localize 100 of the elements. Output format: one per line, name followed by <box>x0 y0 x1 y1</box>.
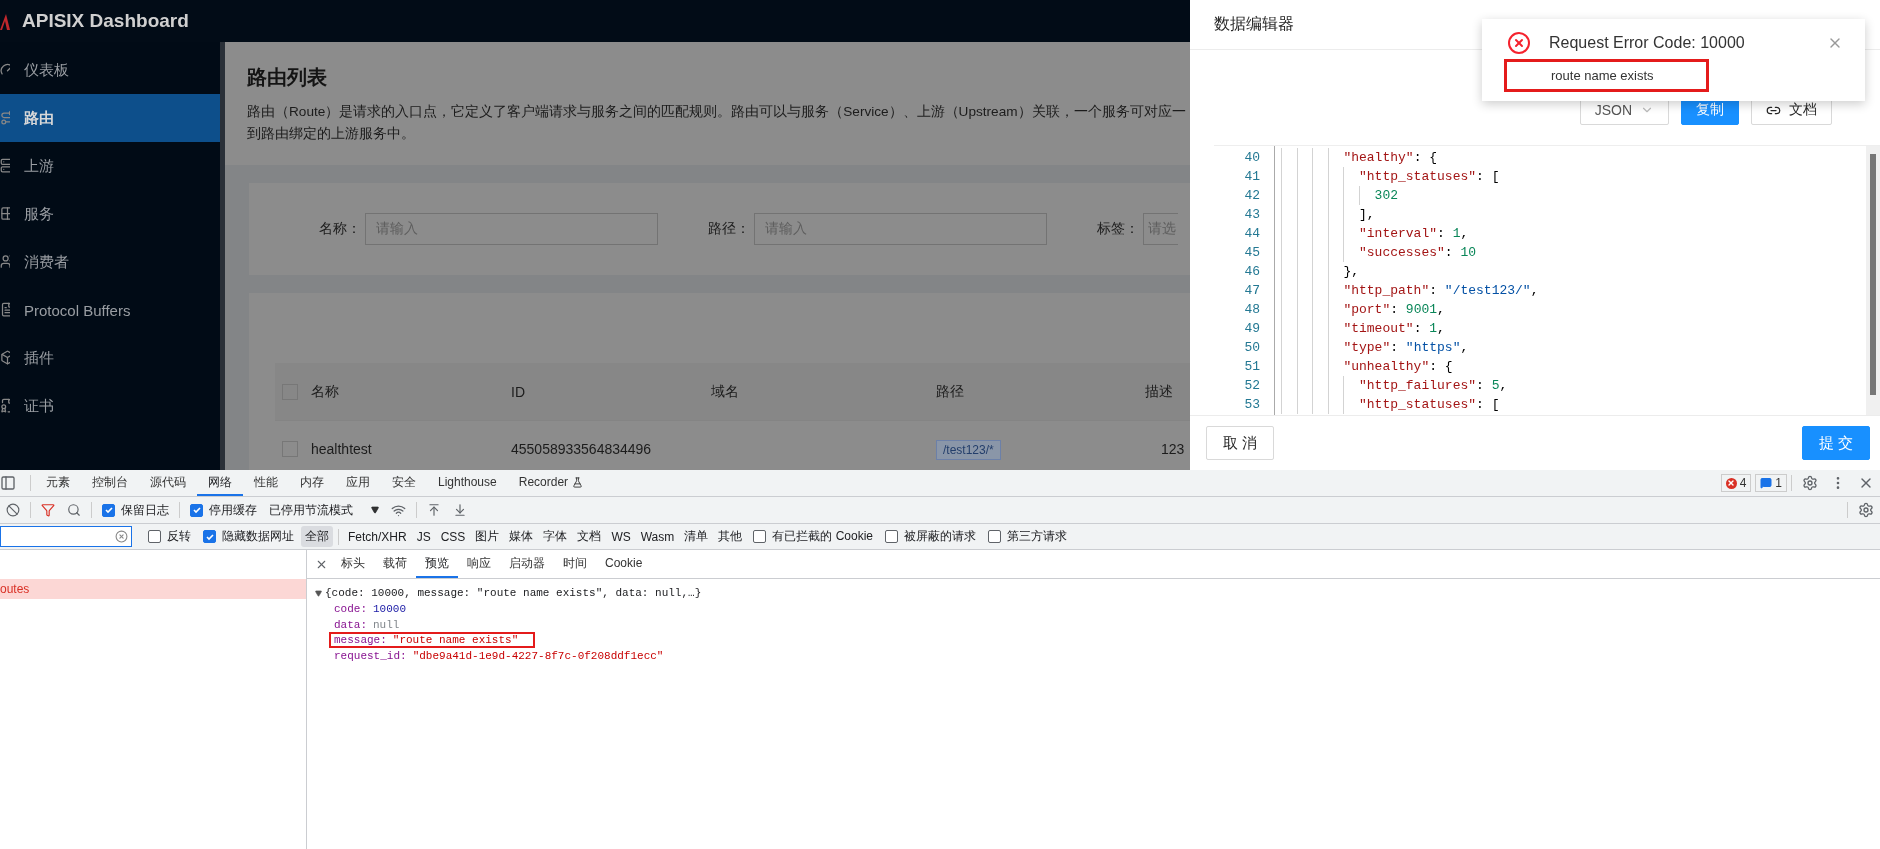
checkbox-label: 停用缓存 <box>209 501 257 519</box>
devtools-tab[interactable]: 内存 <box>289 470 335 496</box>
drawer-title: 数据编辑器 <box>1214 14 1294 34</box>
code-line: ], <box>1275 205 1866 224</box>
field-value: "dbe9a41d-1e9d-4227-8f7c-0f208ddf1ecc" <box>412 650 664 662</box>
error-icon <box>1507 31 1531 55</box>
checkbox-label: 被屏蔽的请求 <box>904 528 976 545</box>
devtools-tab[interactable]: Lighthouse <box>427 470 508 496</box>
line-number: 51 <box>1243 358 1261 376</box>
devtools-tab[interactable]: 性能 <box>243 470 289 496</box>
code-line: "type": "https", <box>1275 338 1866 357</box>
sidebar-item[interactable]: 仪表板 <box>0 46 220 94</box>
app-title: APISIX Dashboard <box>22 10 189 32</box>
type-filter[interactable]: Fetch/XHR <box>344 527 411 546</box>
checkbox[interactable] <box>148 530 161 543</box>
notification-message: route name exists <box>1504 59 1709 92</box>
code-line: }, <box>1275 262 1866 281</box>
sidebar-item[interactable]: 上游 <box>0 142 220 190</box>
sidebar-item[interactable]: 服务 <box>0 190 220 238</box>
clear-icon[interactable] <box>115 530 128 543</box>
page-title: 路由列表 <box>247 65 328 90</box>
route-icon <box>0 110 10 126</box>
detail-tab[interactable]: 响应 <box>458 550 500 578</box>
code-line: "timeout": 1, <box>1275 319 1866 338</box>
field-value: null <box>373 619 400 631</box>
type-filter[interactable]: 媒体 <box>505 526 538 547</box>
column-header: 路径 <box>936 382 965 401</box>
devtools-tab[interactable]: 应用 <box>335 470 381 496</box>
logo-icon <box>0 12 10 30</box>
devtools-tab[interactable]: Recorder <box>507 470 595 496</box>
sidebar-item[interactable]: 消费者 <box>0 238 220 286</box>
checkbox[interactable] <box>203 530 216 543</box>
devtools-tab[interactable]: 元素 <box>35 470 81 496</box>
request-row[interactable]: outes <box>0 579 306 599</box>
type-filter[interactable]: 全部 <box>301 526 333 547</box>
devtools-tab[interactable]: 控制台 <box>81 470 139 496</box>
sidebar-item[interactable]: 插件 <box>0 334 220 382</box>
code-line: "successes": 10 <box>1275 243 1866 262</box>
error-count-badge[interactable]: 4 <box>1720 474 1752 492</box>
checkbox-label: 保留日志 <box>121 501 169 519</box>
line-number: 48 <box>1243 301 1261 319</box>
line-number: 47 <box>1243 282 1261 300</box>
type-filter[interactable]: 图片 <box>471 526 504 547</box>
expand-triangle-icon[interactable] <box>315 589 322 597</box>
checkbox-label: 隐藏数据网址 <box>222 528 294 545</box>
type-filter[interactable]: JS <box>412 527 435 546</box>
filter-field[interactable] <box>0 526 132 547</box>
table-cell-text: 455058933564834496 <box>511 440 653 457</box>
page-description: 到路由绑定的上游服务中。 <box>247 125 416 143</box>
detail-tab[interactable]: Cookie <box>596 550 652 578</box>
page-description: 路由（Route）是请求的入口点，它定义了客户端请求与服务之间的匹配规则。路由可以与服务（Service）、上游（Upstream）关联，一个服务可对应一 <box>247 103 1187 121</box>
code-editor[interactable] <box>1214 145 1880 415</box>
table-cell-text: 123 <box>1161 440 1186 457</box>
filter-label: 标签： <box>1097 220 1139 238</box>
throttling-select[interactable]: 已停用节流模式 <box>263 501 385 519</box>
detail-tab[interactable]: 预览 <box>416 550 458 578</box>
detail-tab[interactable]: 载荷 <box>374 550 416 578</box>
line-number: 40 <box>1243 149 1261 167</box>
detail-tab[interactable]: 时间 <box>554 550 596 578</box>
detail-tab[interactable]: 标头 <box>332 550 374 578</box>
dropdown-icon <box>371 506 379 514</box>
file-icon <box>0 302 10 318</box>
code-line: "port": 9001, <box>1275 300 1866 319</box>
code-line: "healthy": { <box>1275 148 1866 167</box>
line-number: 50 <box>1243 339 1261 357</box>
checkbox[interactable] <box>190 503 203 517</box>
type-filter[interactable]: 字体 <box>539 526 572 547</box>
message-count-badge[interactable]: 1 <box>1755 474 1787 492</box>
detail-tab[interactable]: 启动器 <box>500 550 554 578</box>
sidebar-item[interactable]: Protocol Buffers <box>0 286 220 334</box>
type-filter[interactable]: Wasm <box>636 527 679 546</box>
type-filter[interactable]: 清单 <box>680 526 713 547</box>
line-number: 42 <box>1243 187 1261 205</box>
code-line: 302 <box>1275 186 1866 205</box>
field-key: code: <box>334 603 367 615</box>
checkbox[interactable] <box>988 530 1001 543</box>
checkbox[interactable] <box>753 530 767 543</box>
field-key: request_id: <box>334 650 407 662</box>
column-header: ID <box>511 383 526 400</box>
checkbox-label: 第三方请求 <box>1007 528 1067 545</box>
scrollbar[interactable] <box>1866 146 1880 415</box>
notification-title: Request Error Code: 10000 <box>1549 34 1745 52</box>
devtools-tab[interactable]: 源代码 <box>139 470 197 496</box>
sidebar-item[interactable]: 证书 <box>0 382 220 430</box>
line-number: 53 <box>1243 396 1261 414</box>
devtools-tab[interactable]: 安全 <box>381 470 427 496</box>
sidebar-item[interactable]: 路由 <box>0 94 220 142</box>
flask-icon <box>572 476 584 488</box>
code-line: "unhealthy": { <box>1275 357 1866 376</box>
checkbox[interactable] <box>102 503 115 517</box>
type-filter[interactable]: WS <box>607 527 635 546</box>
grid-icon <box>0 206 10 222</box>
checkbox-label: 有已拦截的 Cookie <box>772 528 873 545</box>
code-line: "interval": 1, <box>1275 224 1866 243</box>
checkbox[interactable] <box>885 530 898 543</box>
type-filter[interactable]: 其他 <box>714 526 747 547</box>
column-header: 名称 <box>311 382 340 401</box>
cancel-button[interactable]: 取 消 <box>1206 426 1275 460</box>
type-filter[interactable]: CSS <box>436 527 470 546</box>
type-filter[interactable]: 文档 <box>573 526 606 547</box>
